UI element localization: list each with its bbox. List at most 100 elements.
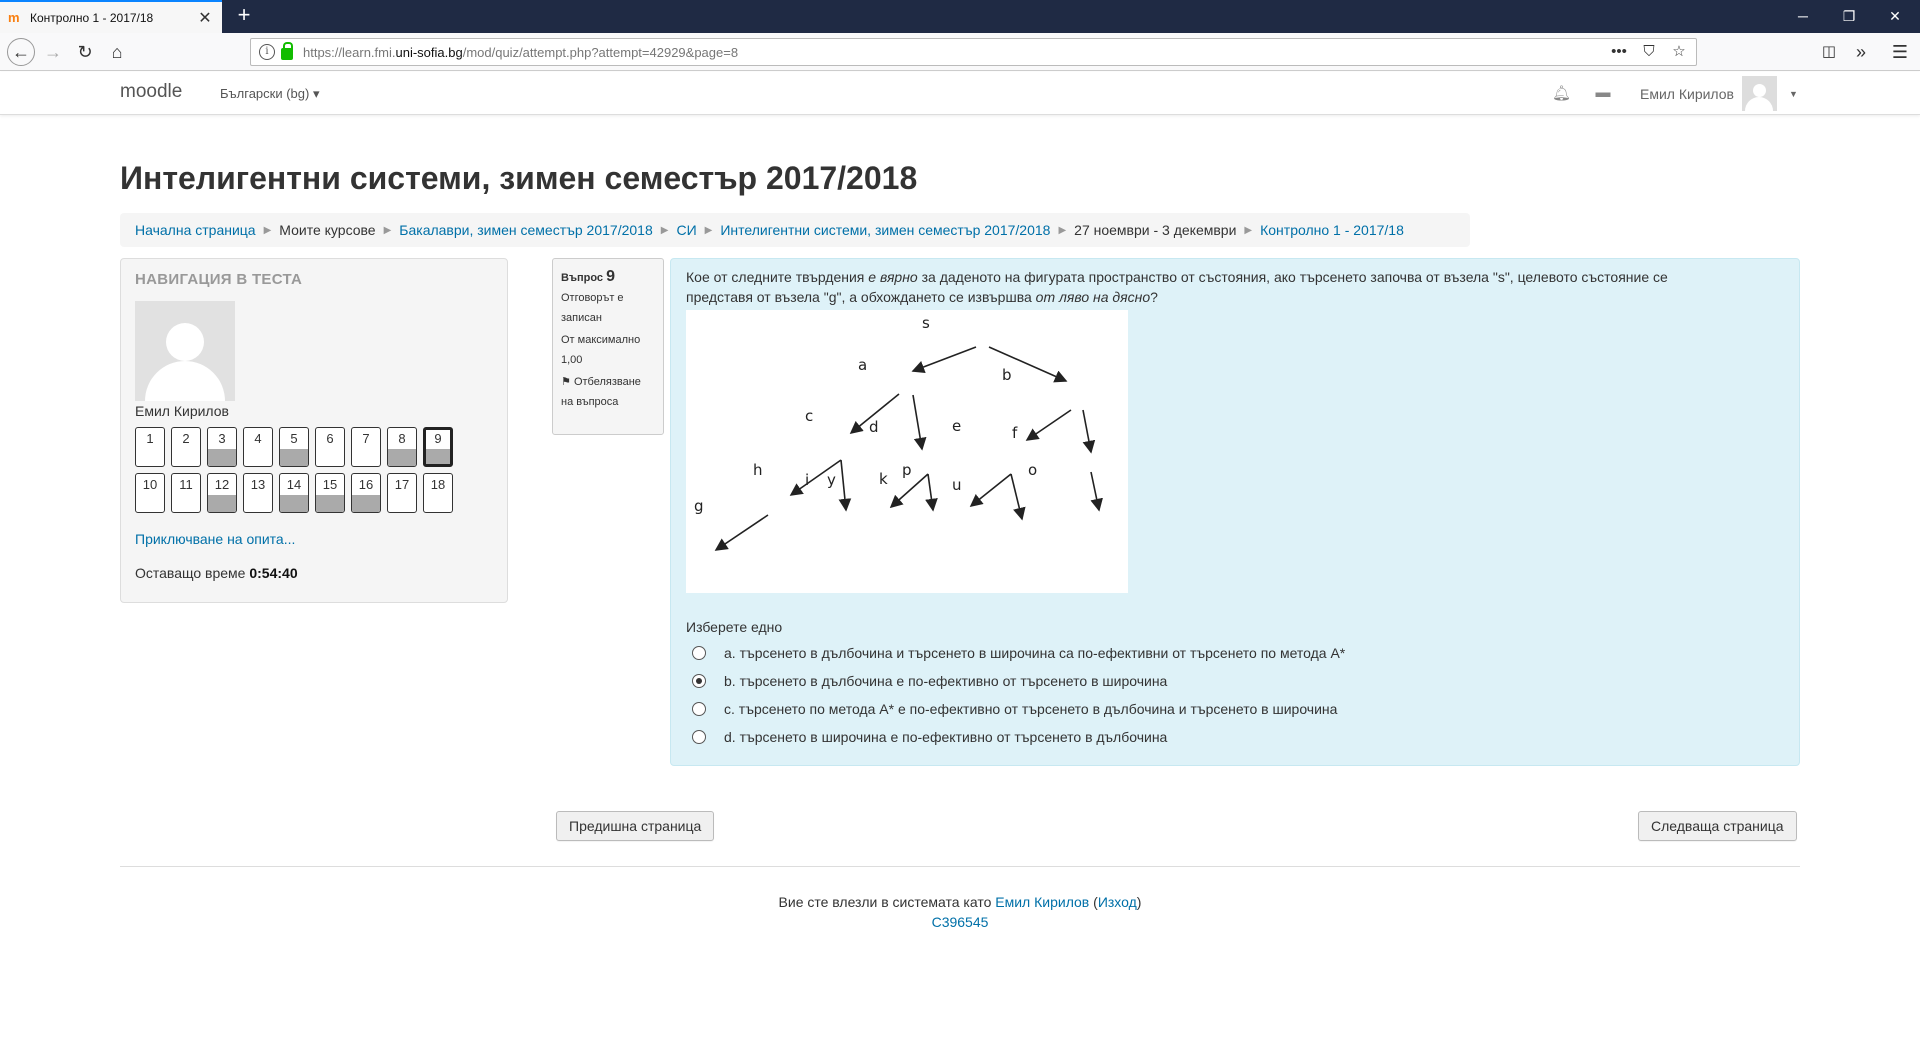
logout-link[interactable]: Изход (1098, 894, 1137, 910)
quiz-nav-button-number: 15 (322, 477, 338, 492)
breadcrumb-item[interactable]: Интелигентни системи, зимен семестър 201… (720, 222, 1050, 238)
browser-tabbar: m Контролно 1 - 2017/18 ✕ + ─ ❐ ✕ (0, 0, 1920, 33)
quiz-nav-button-1[interactable]: 1 (135, 427, 165, 467)
messages-icon[interactable]: ▬ (1594, 84, 1612, 102)
tab-close-icon[interactable]: ✕ (196, 8, 214, 28)
time-value: 0:54:40 (249, 565, 298, 581)
quiz-nav-button-number: 17 (394, 477, 410, 492)
time-remaining: Оставащо време 0:54:40 (135, 565, 298, 581)
tree-node-label: i (805, 471, 809, 489)
breadcrumb-separator-icon: ▶ (1244, 224, 1253, 236)
quiz-nav-button-number: 10 (142, 477, 158, 492)
breadcrumb: Начална страница ▶ Моите курсове ▶ Бакалаври… (120, 213, 1470, 247)
breadcrumb-item[interactable]: СИ (676, 222, 696, 238)
tree-node-label: h (753, 461, 763, 479)
answer-radio[interactable] (692, 702, 706, 716)
answer-options: a. търсенето в дълбочина и търсенето в ш… (686, 643, 1784, 747)
notification-bell-icon[interactable]: 🔔︎ (1552, 84, 1571, 102)
reload-icon[interactable]: ↻ (72, 39, 98, 65)
question-info: Въпрос 9 Отговорът е записан От максимал… (552, 258, 664, 435)
footer-user-link[interactable]: Емил Кирилов (995, 894, 1089, 910)
quiz-nav-button-17[interactable]: 17 (387, 473, 417, 513)
back-icon[interactable]: ← (7, 38, 35, 66)
quiz-nav-button-number: 3 (218, 431, 226, 446)
quiz-nav-button-number: 8 (398, 431, 406, 446)
answer-label[interactable]: c. търсенето по метода А* е по-ефективно… (724, 701, 1337, 717)
page-actions-icon[interactable]: ••• (1610, 43, 1628, 61)
breadcrumb-item[interactable]: Бакалаври, зимен семестър 2017/2018 (399, 222, 652, 238)
tree-node-label: g (694, 497, 704, 515)
language-menu[interactable]: Български (bg) ▾ (220, 86, 319, 102)
breadcrumb-item[interactable]: Контролно 1 - 2017/18 (1260, 222, 1404, 238)
answer-label[interactable]: d. търсенето в широчина е по-ефективно о… (724, 729, 1167, 745)
answer-option[interactable]: b. търсенето в дълбочина е по-ефективно … (686, 671, 1784, 691)
quiz-nav-button-6[interactable]: 6 (315, 427, 345, 467)
flag-question-button[interactable]: ⚑ Отбелязване на въпроса (561, 372, 655, 412)
quiz-nav-button-16[interactable]: 16 (351, 473, 381, 513)
quiz-nav-button-3[interactable]: 3 (207, 427, 237, 467)
answer-option[interactable]: a. търсенето в дълбочина и търсенето в ш… (686, 643, 1784, 663)
quiz-nav-button-12[interactable]: 12 (207, 473, 237, 513)
answer-radio[interactable] (692, 646, 706, 660)
quiz-nav-button-7[interactable]: 7 (351, 427, 381, 467)
quiz-nav-button-number: 5 (290, 431, 298, 446)
quiz-nav-button-8[interactable]: 8 (387, 427, 417, 467)
sidebar-icon[interactable]: ◫ (1816, 39, 1842, 65)
quiz-nav-button-4[interactable]: 4 (243, 427, 273, 467)
bookmark-star-icon[interactable]: ☆ (1670, 43, 1688, 61)
quiz-nav-button-9[interactable]: 9 (423, 427, 453, 467)
quiz-nav-button-13[interactable]: 13 (243, 473, 273, 513)
answer-label[interactable]: a. търсенето в дълбочина и търсенето в ш… (724, 645, 1345, 661)
answer-option[interactable]: c. търсенето по метода А* е по-ефективно… (686, 699, 1784, 719)
url-bar[interactable]: i https://learn.fmi.uni-sofia.bg/mod/qui… (250, 38, 1697, 66)
breadcrumb-item[interactable]: Начална страница (135, 222, 256, 238)
home-icon[interactable]: ⌂ (104, 39, 130, 65)
question-text: Кое от следните твърдения е вярно за дад… (686, 269, 1668, 305)
quiz-nav-button-number: 13 (250, 477, 266, 492)
tree-node-label: f (1012, 424, 1018, 442)
question-max-mark: От максимално 1,00 (561, 334, 641, 366)
quiz-nav-button-number: 9 (434, 431, 442, 446)
quiz-nav-button-14[interactable]: 14 (279, 473, 309, 513)
browser-navbar: ← → ↻ ⌂ i https://learn.fmi.uni-sofia.bg… (0, 33, 1920, 71)
close-window-icon[interactable]: ✕ (1872, 0, 1918, 33)
next-page-button[interactable]: Следваща страница (1638, 811, 1797, 841)
site-brand[interactable]: moodle (120, 81, 182, 103)
moodle-favicon-icon: m (8, 9, 20, 25)
quiz-nav-button-number: 11 (179, 477, 193, 492)
quiz-nav-user-name: Емил Кирилов (135, 403, 229, 419)
tree-node-label: s (922, 314, 930, 332)
previous-page-button[interactable]: Предишна страница (556, 811, 715, 841)
overflow-icon[interactable]: » (1848, 39, 1874, 65)
new-tab-icon[interactable]: + (230, 2, 258, 28)
info-icon[interactable]: i (259, 44, 275, 60)
user-menu[interactable]: Емил Кирилов ▼ (1640, 76, 1798, 111)
menu-icon[interactable]: ☰ (1887, 39, 1913, 65)
pocket-icon[interactable]: ⛉ (1640, 43, 1658, 61)
quiz-nav-button-5[interactable]: 5 (279, 427, 309, 467)
quiz-nav-button-number: 6 (326, 431, 334, 446)
browser-tab[interactable]: m Контролно 1 - 2017/18 ✕ (0, 0, 222, 33)
footer-code-link[interactable]: С396545 (932, 914, 989, 930)
answer-radio[interactable] (692, 730, 706, 744)
user-avatar (135, 301, 235, 401)
answer-option[interactable]: d. търсенето в широчина е по-ефективно о… (686, 727, 1784, 747)
quiz-nav-button-number: 7 (362, 431, 370, 446)
url-text[interactable]: https://learn.fmi.uni-sofia.bg/mod/quiz/… (303, 45, 738, 60)
restore-icon[interactable]: ❐ (1826, 0, 1872, 33)
quiz-nav-button-number: 14 (286, 477, 302, 492)
quiz-nav-button-10[interactable]: 10 (135, 473, 165, 513)
quiz-nav-button-number: 18 (430, 477, 446, 492)
footer-divider (120, 866, 1800, 867)
finish-attempt-link[interactable]: Приключване на опита... (135, 531, 493, 547)
quiz-nav-button-15[interactable]: 15 (315, 473, 345, 513)
answer-radio[interactable] (692, 674, 706, 688)
quiz-nav-button-18[interactable]: 18 (423, 473, 453, 513)
forward-icon[interactable]: → (40, 39, 66, 65)
quiz-nav-button-11[interactable]: 11 (171, 473, 201, 513)
lock-icon (281, 42, 293, 60)
answer-label[interactable]: b. търсенето в дълбочина е по-ефективно … (724, 673, 1167, 689)
quiz-nav-button-2[interactable]: 2 (171, 427, 201, 467)
footer: Вие сте влезли в системата като Емил Кир… (0, 892, 1920, 932)
minimize-icon[interactable]: ─ (1780, 0, 1826, 33)
